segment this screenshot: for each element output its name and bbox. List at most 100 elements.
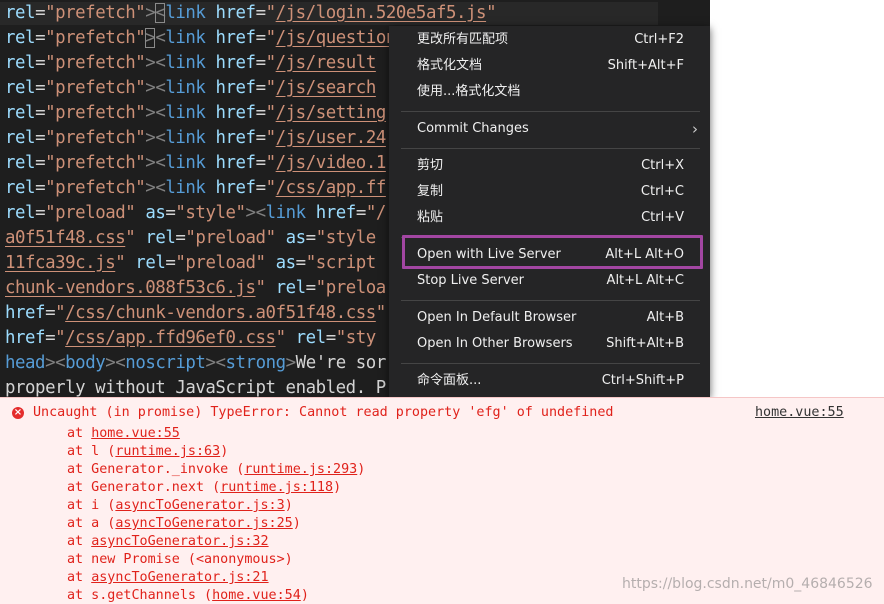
code-token: >< — [205, 353, 226, 373]
stack-frame-text: ) — [292, 516, 301, 531]
menu-item-label: 格式化文档 — [417, 58, 483, 73]
menu-separator — [401, 111, 700, 112]
code-token: < — [155, 78, 166, 98]
code-token: rel — [5, 153, 36, 173]
stack-frame-link[interactable]: asyncToGenerator.js:25 — [115, 516, 292, 531]
code-token: = — [35, 3, 46, 23]
stack-frame-link[interactable]: home.vue:54 — [212, 588, 301, 603]
code-token: < — [155, 178, 166, 198]
menu-item[interactable]: 格式化文档 Shift+Alt+F — [389, 54, 710, 78]
menu-item-label: 命令面板... — [417, 373, 482, 388]
stack-frame: at home.vue:55 — [67, 425, 365, 443]
stack-frame-link[interactable]: runtime.js:118 — [220, 480, 333, 495]
code-token: href — [215, 103, 256, 123]
code-token: " — [275, 328, 286, 348]
code-token: rel — [295, 328, 327, 348]
code-token: = — [45, 303, 56, 323]
code-token: = — [305, 278, 316, 298]
menu-item-shortcut: Ctrl+X — [641, 158, 684, 173]
code-token: > — [145, 153, 156, 173]
stack-frame-link[interactable]: runtime.js:63 — [115, 444, 220, 459]
menu-item-label: Stop Live Server — [417, 273, 524, 288]
menu-separator — [401, 363, 700, 364]
code-token: /js/user.24 — [275, 128, 387, 148]
code-token: = — [35, 28, 46, 48]
menu-item[interactable]: 粘贴 Ctrl+V — [389, 206, 710, 230]
code-line[interactable]: rel="prefetch"><link href="/js/login.520… — [5, 1, 497, 26]
code-token: < — [55, 353, 66, 373]
menu-item-label: Commit Changes — [417, 121, 529, 136]
code-token: rel — [5, 203, 36, 223]
stack-frame-link[interactable]: home.vue:55 — [91, 426, 180, 441]
code-token: head — [5, 353, 46, 373]
stack-frame-link[interactable]: asyncToGenerator.js:3 — [115, 498, 284, 513]
stack-frame-text: at Generator._invoke ( — [67, 462, 245, 477]
stack-frame-text: at i ( — [67, 498, 116, 513]
code-token: 11fca39c.js — [5, 253, 116, 273]
code-token: rel — [5, 28, 36, 48]
error-source-link[interactable]: home.vue:55 — [755, 405, 844, 420]
code-token: " — [265, 3, 276, 23]
code-token: "/ — [365, 203, 386, 223]
stack-frame: at asyncToGenerator.js:21 — [67, 569, 365, 587]
code-token: link — [165, 103, 206, 123]
code-token: < — [155, 128, 166, 148]
menu-separator — [401, 300, 700, 301]
code-token: link — [165, 153, 206, 173]
stack-frame: at s.getChannels (home.vue:54) — [67, 587, 365, 604]
stack-frame: at l (runtime.js:63) — [67, 443, 365, 461]
menu-item-label: 使用...格式化文档 — [417, 84, 521, 99]
code-token: rel — [5, 78, 36, 98]
menu-item[interactable]: 剪切 Ctrl+X — [389, 154, 710, 178]
code-token: /js/login.520e5af5.js — [275, 3, 487, 23]
code-token: " — [486, 3, 497, 23]
code-token: rel — [5, 3, 36, 23]
menu-item[interactable]: Open In Other Browsers Shift+Alt+B — [389, 332, 710, 356]
menu-item[interactable]: Open In Default Browser Alt+B — [389, 306, 710, 330]
stack-frame-text: at — [67, 570, 92, 585]
code-token: "prefetch" — [45, 28, 146, 48]
menu-item[interactable]: 命令面板... Ctrl+Shift+P — [389, 369, 710, 393]
code-token: > — [145, 3, 156, 23]
stack-frame-link[interactable]: asyncToGenerator.js:32 — [91, 534, 268, 549]
code-token: rel — [5, 53, 36, 73]
code-token: < — [155, 153, 166, 173]
error-circle-icon: × — [12, 407, 24, 419]
code-token: = — [255, 153, 266, 173]
stack-frame-text: at — [67, 534, 92, 549]
stack-frame-text: ) — [333, 480, 342, 495]
menu-item[interactable]: Commit Changes › — [389, 117, 710, 141]
stack-frame-link[interactable]: asyncToGenerator.js:21 — [91, 570, 268, 585]
code-token: "style — [315, 228, 377, 248]
menu-item-shortcut: Ctrl+F2 — [634, 32, 684, 47]
code-token: = — [255, 128, 266, 148]
menu-item[interactable]: Stop Live Server Alt+L Alt+C — [389, 269, 710, 293]
code-token: = — [255, 53, 266, 73]
code-token: "prefetch" — [45, 78, 146, 98]
menu-item[interactable]: 使用...格式化文档 — [389, 80, 710, 104]
code-token: "prefetch" — [45, 153, 146, 173]
code-token: > — [145, 128, 156, 148]
stack-frame-link[interactable]: runtime.js:293 — [244, 462, 357, 477]
stack-frame: at Generator._invoke (runtime.js:293) — [67, 461, 365, 479]
code-token: = — [35, 78, 46, 98]
code-token: href — [215, 3, 256, 23]
code-token: = — [255, 28, 266, 48]
menu-item[interactable]: 更改所有匹配项 Ctrl+F2 — [389, 28, 710, 52]
stack-frame-text: at — [67, 426, 92, 441]
code-token: link — [165, 3, 206, 23]
code-token: = — [165, 253, 176, 273]
code-token: /js/search — [275, 78, 377, 98]
code-token: = — [35, 153, 46, 173]
menu-item-label: 更改所有匹配项 — [417, 32, 509, 47]
code-token: > — [145, 53, 156, 73]
menu-item-label: 复制 — [417, 184, 444, 199]
code-token: " — [265, 53, 276, 73]
menu-item[interactable]: 复制 Ctrl+C — [389, 180, 710, 204]
code-token: href — [215, 78, 256, 98]
